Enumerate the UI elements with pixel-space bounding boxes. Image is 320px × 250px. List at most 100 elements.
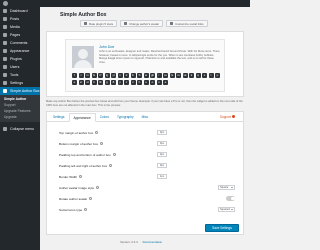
tab-settings[interactable]: Settings	[49, 112, 69, 121]
top-margin-input[interactable]: 0px	[157, 130, 167, 135]
tab-typography[interactable]: Typography	[113, 112, 138, 121]
sidebar-item-pages[interactable]: Pages	[0, 31, 40, 39]
social-icon[interactable]: f	[72, 73, 77, 78]
sidebar-item-posts[interactable]: Posts	[0, 15, 40, 23]
social-icon[interactable]: s	[202, 73, 207, 78]
tab-misc[interactable]: Misc	[138, 112, 153, 121]
social-icon[interactable]: 8	[111, 79, 116, 85]
dashboard-icon	[3, 9, 7, 13]
social-icon[interactable]: c	[130, 79, 136, 85]
wordpress-icon[interactable]	[3, 1, 8, 6]
social-icon[interactable]: t	[78, 73, 84, 78]
sidebar-item-users[interactable]: Users	[0, 63, 40, 71]
author-name[interactable]: John Doe	[99, 45, 114, 49]
sidebar-item-label: Media	[10, 25, 20, 29]
info-icon[interactable]	[109, 164, 113, 167]
social-icon[interactable]: y	[117, 79, 123, 85]
author-box-icon	[3, 89, 7, 93]
social-icon[interactable]: k	[189, 73, 194, 78]
social-icon[interactable]: yt	[111, 73, 116, 78]
social-icon[interactable]: g	[104, 79, 110, 85]
social-icon[interactable]: fk	[98, 79, 103, 85]
collapse-menu-button[interactable]: Collapse menu	[0, 125, 40, 133]
social-icon[interactable]: v	[117, 73, 123, 78]
avatar-style-select[interactable]: Square	[218, 185, 235, 190]
sidebar-item-label: Pages	[10, 33, 21, 37]
social-icon[interactable]: li	[91, 79, 97, 85]
social-icon[interactable]: st	[85, 79, 90, 85]
setting-label-text: Social icons type	[59, 207, 83, 212]
info-icon[interactable]	[96, 186, 100, 189]
settings-rows: Top margin of author box 0px Bottom marg…	[59, 127, 235, 215]
customize-social-button[interactable]: Customize social links	[166, 20, 208, 27]
sidebar-item-plugins[interactable]: Plugins	[0, 55, 40, 63]
rate-plugin-button[interactable]: Rate plugin 5 stars	[80, 20, 118, 27]
select-value: Square	[220, 186, 229, 189]
sidebar-item-appearance[interactable]: Appearance	[0, 47, 40, 55]
rotate-avatar-toggle[interactable]	[226, 196, 235, 201]
social-icon[interactable]: q	[195, 73, 201, 78]
social-icon[interactable]: rs	[169, 73, 175, 78]
documentation-link[interactable]: Documentation	[143, 240, 162, 244]
author-box-preview: John Doe John is an enthusiast, designer…	[46, 31, 244, 97]
social-icon[interactable]: u	[143, 79, 149, 85]
social-icon[interactable]: xi	[78, 79, 84, 85]
social-icon[interactable]: vk	[182, 73, 188, 78]
social-icon[interactable]: in	[85, 73, 90, 78]
info-icon[interactable]	[100, 142, 104, 145]
social-icon[interactable]: n	[156, 79, 162, 85]
sidebar-item-comments[interactable]: Comments	[0, 39, 40, 47]
sidebar-item-dashboard[interactable]: Dashboard	[0, 7, 40, 15]
info-icon[interactable]	[89, 197, 93, 200]
info-icon[interactable]	[112, 153, 116, 156]
social-icon[interactable]: P	[98, 73, 103, 78]
social-icon[interactable]: S	[137, 73, 142, 78]
social-icon[interactable]: e	[72, 79, 77, 85]
setting-label: Padding left and right of author box	[59, 163, 113, 168]
submenu-item-upgrade[interactable]: Upgrade	[0, 114, 40, 120]
tab-appearance[interactable]: Appearance	[68, 113, 96, 122]
setting-row: Social icons type Squared	[59, 204, 235, 215]
sidebar-item-simple-author-box[interactable]: Simple Author Box	[0, 87, 40, 95]
social-icons-type-select[interactable]: Squared	[218, 207, 235, 212]
social-icon[interactable]: a	[163, 79, 168, 85]
tab-colors[interactable]: Colors	[96, 112, 113, 121]
social-icon[interactable]: b	[130, 73, 136, 78]
social-icon[interactable]: G	[91, 73, 97, 78]
social-icon[interactable]: w	[143, 73, 149, 78]
tab-support[interactable]: Support	[216, 112, 239, 121]
info-icon[interactable]	[95, 131, 99, 134]
sidebar-item-settings[interactable]: Settings	[0, 79, 40, 87]
padding-top-bottom-input[interactable]: 0px	[157, 152, 167, 157]
info-icon[interactable]	[79, 175, 83, 178]
info-icon[interactable]	[84, 208, 88, 211]
setting-label-text: Bottom margin of author box	[59, 141, 99, 146]
bottom-margin-input[interactable]: 0px	[157, 141, 167, 146]
sidebar-item-media[interactable]: Media	[0, 23, 40, 31]
padding-left-right-input[interactable]: 0px	[157, 163, 167, 168]
author-box: John Doe John is an enthusiast, designer…	[65, 39, 225, 92]
social-icon[interactable]: l	[208, 73, 214, 78]
social-icon[interactable]: ig	[104, 73, 110, 78]
social-icon[interactable]: r	[156, 73, 162, 78]
setting-row: Author avatar image style Square	[59, 182, 235, 193]
save-settings-button[interactable]: Save Settings	[205, 224, 239, 232]
social-icon[interactable]: tu	[163, 73, 168, 78]
social-icon[interactable]: z	[124, 79, 129, 85]
social-icon[interactable]: m	[176, 73, 181, 78]
setting-label-text: Padding left and right of author box	[59, 163, 108, 168]
setting-label: Padding top and bottom of author box	[59, 153, 116, 157]
social-icon[interactable]: gh	[150, 73, 155, 78]
social-icon[interactable]: o	[150, 79, 155, 85]
sidebar-item-label: Simple Author Box	[10, 89, 40, 93]
sidebar-item-tools[interactable]: Tools	[0, 71, 40, 79]
change-avatar-label: Change author's avatar	[129, 21, 160, 26]
social-icon[interactable]: p	[215, 73, 220, 78]
social-icon[interactable]: d	[124, 73, 129, 78]
collapse-menu-label: Collapse menu	[10, 127, 34, 131]
border-width-input[interactable]: 1px	[157, 174, 167, 179]
setting-label: Social icons type	[59, 207, 88, 212]
footer: Version: 2.3.4 · Documentation	[120, 240, 162, 244]
change-avatar-button[interactable]: Change author's avatar	[120, 20, 164, 27]
social-icon[interactable]: h	[137, 79, 142, 85]
